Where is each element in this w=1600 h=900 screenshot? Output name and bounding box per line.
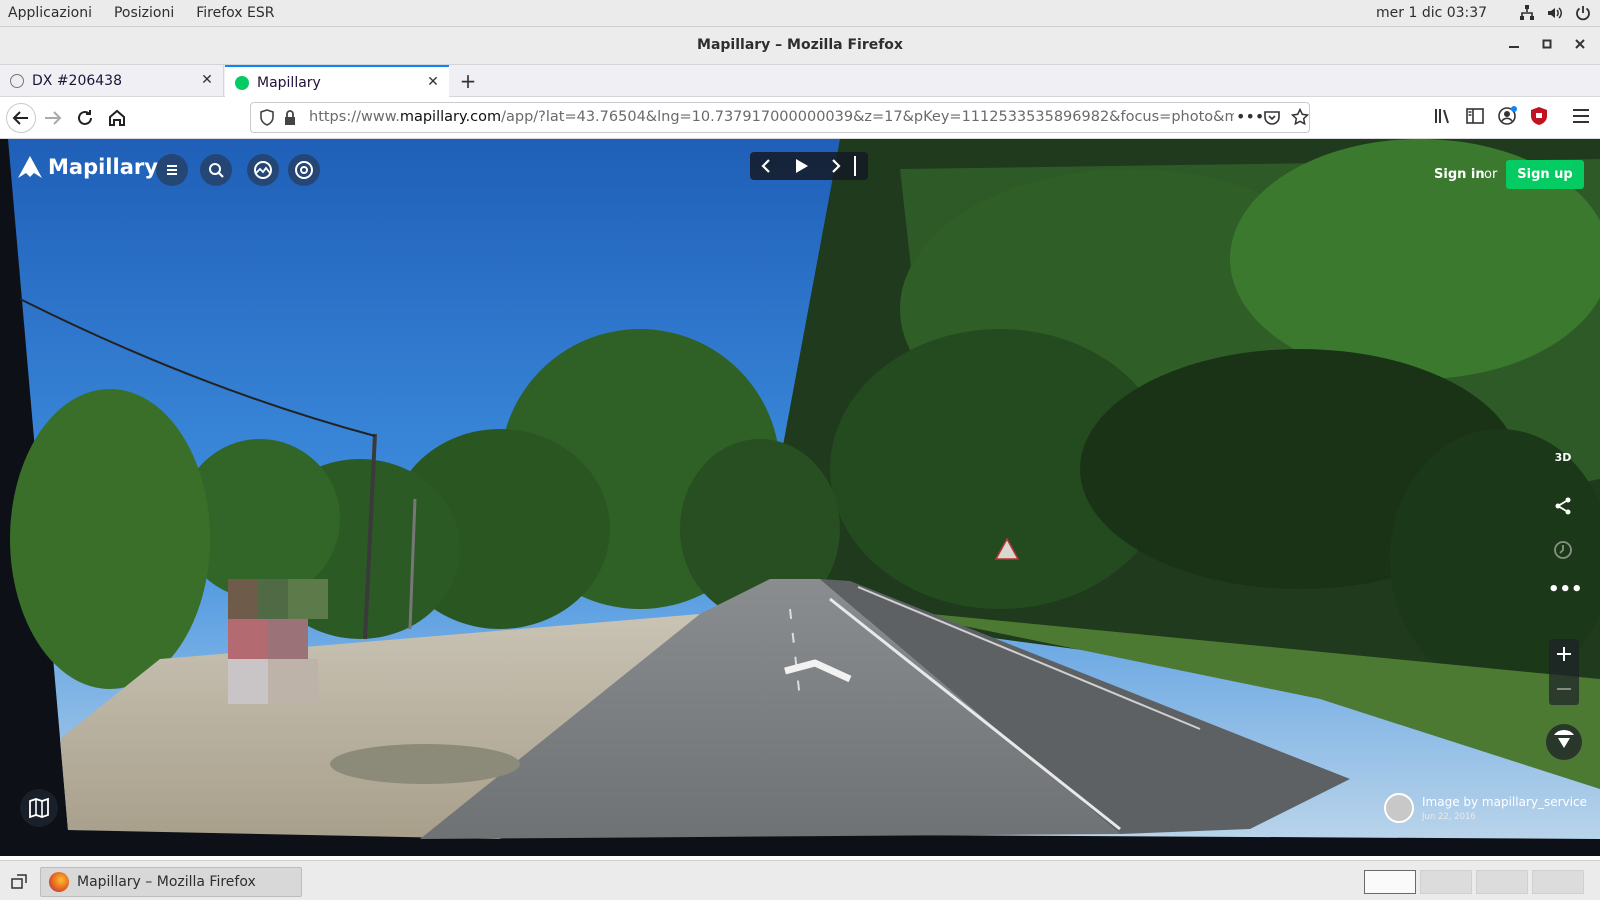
nav-bar: https://www.mapillary.com/app/?lat=43.76… [0, 97, 1600, 139]
lock-icon[interactable] [283, 109, 297, 131]
logo-text: Mapillary [48, 155, 158, 179]
workspace-3[interactable] [1476, 870, 1528, 894]
or-label: or [1484, 167, 1498, 182]
taskbar-firefox-window[interactable]: Mapillary – Mozilla Firefox [40, 867, 302, 897]
mapillary-viewer[interactable]: Mapillary Sign in or Sign up 3D ••• Imag… [0, 139, 1600, 856]
sign-up-button[interactable]: Sign up [1506, 160, 1584, 189]
library-icon[interactable] [1432, 105, 1458, 131]
speed-slider-handle[interactable] [854, 156, 856, 176]
new-tab-button[interactable]: + [456, 69, 480, 93]
settings-icon[interactable] [288, 154, 320, 186]
next-icon[interactable] [826, 157, 844, 179]
taskbar-label: Mapillary – Mozilla Firefox [77, 874, 256, 890]
network-icon[interactable] [1518, 4, 1536, 22]
search-icon[interactable] [200, 154, 232, 186]
mapillary-logo[interactable]: Mapillary [16, 154, 158, 180]
close-tab-icon[interactable]: ✕ [425, 74, 441, 90]
attribution-text[interactable]: Image by mapillary_service [1422, 795, 1587, 809]
menu-applicazioni[interactable]: Applicazioni [0, 5, 100, 21]
account-icon[interactable] [1496, 105, 1522, 131]
power-icon[interactable] [1574, 4, 1592, 22]
pocket-icon[interactable] [1263, 109, 1281, 131]
url-bar[interactable]: https://www.mapillary.com/app/?lat=43.76… [250, 102, 1310, 133]
taskbar: Mapillary – Mozilla Firefox [0, 860, 1600, 900]
3d-toggle-button[interactable]: 3D [1548, 451, 1578, 464]
zoom-controls [1549, 639, 1579, 705]
sidebar-icon[interactable] [1464, 105, 1490, 131]
volume-icon[interactable] [1546, 4, 1564, 22]
user-avatar-icon [1384, 793, 1414, 823]
close-tab-icon[interactable]: ✕ [199, 72, 215, 88]
home-button[interactable] [104, 105, 130, 131]
mapillary-favicon-icon [235, 75, 249, 90]
previous-icon[interactable] [758, 157, 776, 179]
window-title: Mapillary – Mozilla Firefox [697, 37, 903, 53]
image-attribution[interactable]: Image by mapillary_service Jun 22, 2016 [1384, 790, 1587, 826]
workspace-4[interactable] [1532, 870, 1584, 894]
firefox-icon [49, 872, 69, 892]
menu-posizioni[interactable]: Posizioni [106, 5, 182, 21]
url-text[interactable]: https://www.mapillary.com/app/?lat=43.76… [309, 109, 1234, 125]
tab-strip: DX #206438 ✕ Mapillary ✕ + [0, 65, 1600, 98]
hamburger-menu-icon[interactable] [1570, 105, 1596, 131]
back-button[interactable] [6, 103, 36, 133]
reload-button[interactable] [72, 105, 98, 131]
menu-icon[interactable] [156, 154, 188, 186]
map-toggle-icon[interactable] [20, 789, 58, 827]
window-titlebar: Mapillary – Mozilla Firefox [0, 27, 1600, 65]
close-icon[interactable] [1570, 36, 1590, 56]
workspace-1[interactable] [1364, 870, 1416, 894]
globe-icon [10, 74, 24, 88]
show-desktop-icon[interactable] [10, 873, 28, 895]
tab-mapillary[interactable]: Mapillary ✕ [225, 65, 449, 98]
shield-icon[interactable] [259, 109, 275, 131]
workspace-2[interactable] [1420, 870, 1472, 894]
menu-firefox-esr[interactable]: Firefox ESR [188, 5, 282, 21]
url-domain: mapillary.com [399, 109, 502, 125]
share-icon[interactable] [1548, 495, 1578, 521]
tab-label: DX #206438 [32, 73, 122, 89]
bookmark-star-icon[interactable] [1290, 107, 1310, 130]
tab-dx-206438[interactable]: DX #206438 ✕ [0, 65, 224, 97]
tab-label: Mapillary [257, 74, 321, 91]
page-actions-icon[interactable]: ••• [1236, 107, 1264, 126]
history-icon[interactable] [1548, 539, 1578, 565]
maximize-icon[interactable] [1537, 36, 1557, 56]
top-bar: Applicazioni Posizioni Firefox ESR mer 1… [0, 0, 1600, 27]
url-path: /app/?lat=43.76504&lng=10.73791700000003… [501, 109, 1234, 125]
forward-button[interactable] [40, 105, 66, 131]
zoom-in-icon[interactable] [1554, 644, 1574, 668]
minimize-icon[interactable] [1504, 36, 1524, 56]
url-prefix: https://www. [309, 109, 400, 125]
mapillary-logo-icon [18, 156, 42, 178]
capture-date: Jun 22, 2016 [1422, 811, 1476, 822]
street-photo[interactable] [0, 139, 1600, 856]
compass-icon[interactable] [1546, 724, 1582, 760]
clock[interactable]: mer 1 dic 03:37 [1376, 5, 1487, 21]
sign-in-link[interactable]: Sign in [1434, 167, 1485, 182]
more-options-icon[interactable]: ••• [1548, 581, 1583, 599]
zoom-out-icon[interactable] [1554, 679, 1574, 703]
sequence-controls [750, 152, 868, 180]
play-icon[interactable] [792, 157, 810, 179]
image-layer-icon[interactable] [247, 154, 279, 186]
ublock-icon[interactable] [1528, 105, 1554, 131]
